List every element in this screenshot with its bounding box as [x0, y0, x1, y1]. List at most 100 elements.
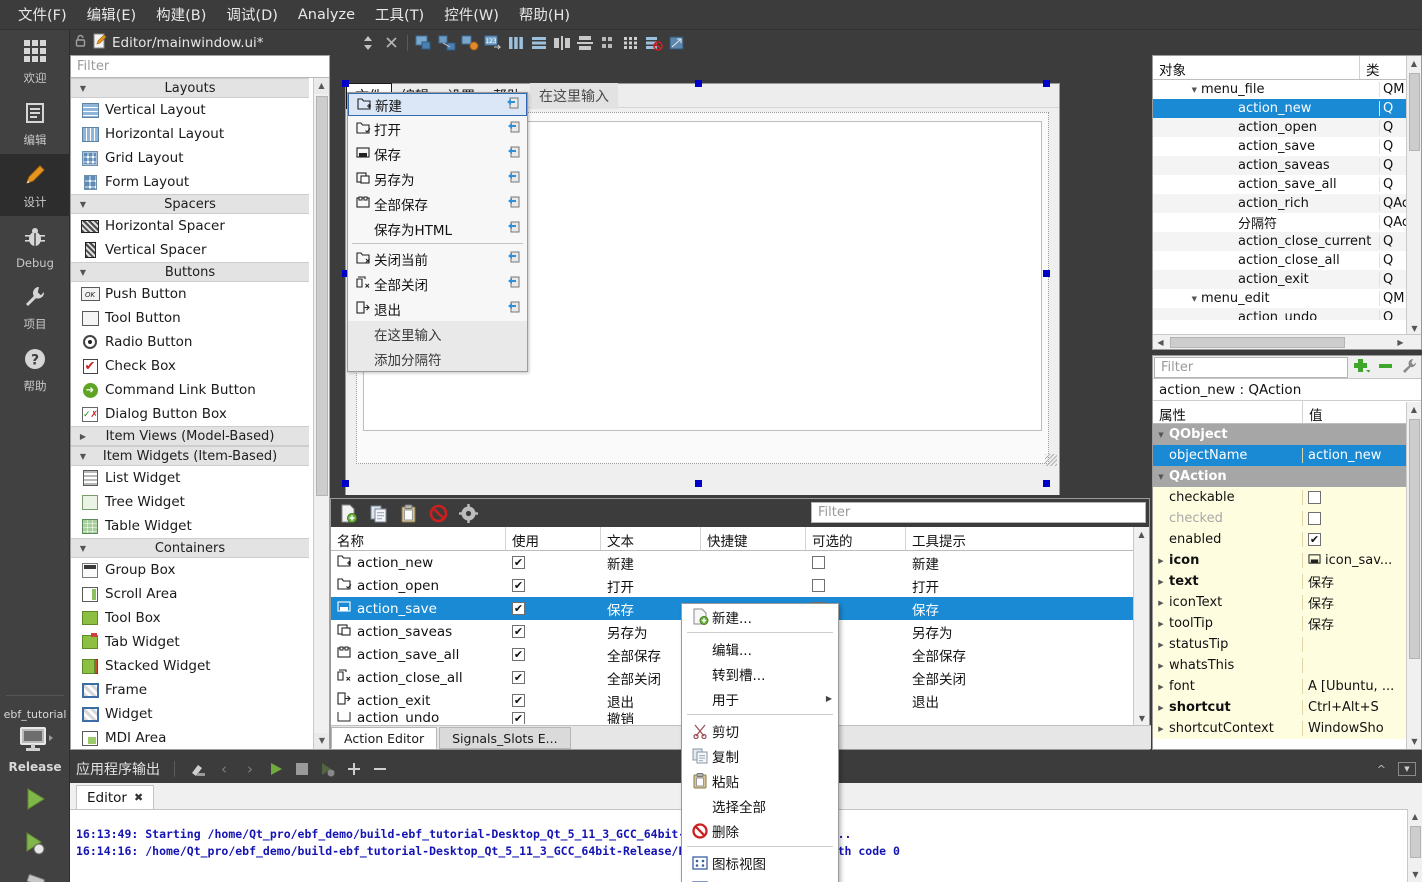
- context-menu-item-paste[interactable]: 粘贴: [682, 768, 838, 793]
- used-checkbox[interactable]: ✔: [512, 671, 525, 684]
- checkable-value-checkbox[interactable]: [1308, 491, 1321, 504]
- action-editor-filter[interactable]: Filter: [811, 502, 1146, 523]
- edit-widgets-icon[interactable]: [414, 34, 434, 52]
- used-checkbox[interactable]: ✔: [512, 625, 525, 638]
- menu-file[interactable]: 文件(F): [8, 1, 77, 28]
- property-value[interactable]: 保存: [1303, 614, 1421, 633]
- scrollbar-thumb[interactable]: [316, 96, 328, 496]
- maximize-icon[interactable]: ▼: [1398, 762, 1416, 776]
- scrollbar-thumb[interactable]: [1409, 73, 1420, 151]
- tree-item-action-open[interactable]: action_open Q: [1153, 118, 1421, 137]
- widget-item-scroll-area[interactable]: Scroll Area: [71, 582, 309, 606]
- mode-welcome[interactable]: 欢迎: [0, 30, 70, 92]
- context-menu-item-new[interactable]: 新建...: [682, 604, 838, 629]
- chevron-right-icon[interactable]: ▶: [1153, 725, 1169, 733]
- chevron-down-icon[interactable]: ▼: [1153, 86, 1197, 94]
- widget-item-horizontal-layout[interactable]: Horizontal Layout: [71, 122, 309, 146]
- form-menu-item-close-all[interactable]: 全部关闭: [348, 271, 527, 296]
- form-menu-item-add-separator[interactable]: 添加分隔符: [348, 346, 527, 371]
- zoom-in-icon[interactable]: [341, 759, 367, 779]
- tree-item-action-save-all[interactable]: action_save_all Q: [1153, 175, 1421, 194]
- context-menu-item-select-all[interactable]: 选择全部: [682, 793, 838, 818]
- next-icon[interactable]: ›: [237, 759, 263, 779]
- selection-handle-bc[interactable]: [695, 480, 702, 487]
- form-menu-item-open[interactable]: 打开: [348, 116, 527, 141]
- widget-item-horizontal-spacer[interactable]: Horizontal Spacer: [71, 214, 309, 238]
- chevron-right-icon[interactable]: ▶: [1153, 704, 1169, 712]
- paste-icon[interactable]: [397, 502, 419, 524]
- property-value[interactable]: icon_sav...: [1325, 553, 1392, 568]
- property-row-icon[interactable]: ▶ icon icon_sav...: [1153, 550, 1421, 571]
- property-group-qobject[interactable]: ▼ QObject: [1153, 424, 1421, 445]
- property-row-shortcutcontext[interactable]: ▶ shortcutContext WindowSho: [1153, 718, 1421, 739]
- layout-vertical-icon[interactable]: [529, 34, 549, 52]
- context-menu-item-cut[interactable]: 剪切: [682, 718, 838, 743]
- checkable-checkbox[interactable]: [812, 556, 825, 569]
- table-row[interactable]: action_new ✔ 新建 新建: [331, 551, 1149, 574]
- tree-item-action-close-all[interactable]: action_close_all Q: [1153, 251, 1421, 270]
- widget-item-widget[interactable]: Widget: [71, 702, 309, 726]
- attach-icon[interactable]: [315, 759, 341, 779]
- object-inspector-hscrollbar[interactable]: ◀ ▶: [1153, 334, 1421, 349]
- context-menu-item-delete[interactable]: 删除: [682, 818, 838, 843]
- widget-group-spacers[interactable]: ▼ Spacers: [71, 194, 309, 214]
- table-row[interactable]: action_open ✔ 打开 打开: [331, 574, 1149, 597]
- output-tab-editor[interactable]: Editor ✖: [76, 785, 155, 809]
- edit-buddies-icon[interactable]: [460, 34, 480, 52]
- widget-item-table-widget[interactable]: Table Widget: [71, 514, 309, 538]
- used-checkbox[interactable]: ✔: [512, 648, 525, 661]
- edit-tab-order-icon[interactable]: 123: [483, 34, 503, 52]
- chevron-down-icon[interactable]: ▼: [1153, 431, 1169, 439]
- configure-icon[interactable]: [1397, 358, 1421, 377]
- form-menu-item-save-all[interactable]: 全部保存: [348, 191, 527, 216]
- property-row-objectname[interactable]: objectName action_new: [1153, 445, 1421, 466]
- settings-icon[interactable]: [457, 502, 479, 524]
- scrollbar-thumb[interactable]: [1409, 419, 1420, 659]
- property-group-qaction[interactable]: ▼ QAction: [1153, 466, 1421, 487]
- scroll-up-icon[interactable]: ▲: [1134, 527, 1149, 543]
- used-checkbox[interactable]: ✔: [512, 712, 525, 724]
- selection-handle-tr[interactable]: [1043, 80, 1050, 87]
- scrollbar-thumb[interactable]: [1170, 337, 1345, 348]
- widget-box-filter[interactable]: Filter: [71, 56, 329, 78]
- widget-item-tool-box[interactable]: Tool Box: [71, 606, 309, 630]
- scroll-down-icon[interactable]: ▼: [1408, 867, 1422, 882]
- run-icon[interactable]: [263, 759, 289, 779]
- tree-item-action-save[interactable]: action_save Q: [1153, 137, 1421, 156]
- scrollbar-thumb[interactable]: [1410, 826, 1421, 858]
- property-value[interactable]: 保存: [1303, 593, 1421, 612]
- enabled-value-checkbox[interactable]: ✔: [1308, 533, 1321, 546]
- break-layout-icon[interactable]: [644, 34, 664, 52]
- col-object[interactable]: 对象: [1153, 56, 1359, 79]
- context-menu-item-edit[interactable]: 编辑...: [682, 636, 838, 661]
- chevron-right-icon[interactable]: ▶: [1153, 641, 1169, 649]
- property-row-whatsthis[interactable]: ▶ whatsThis: [1153, 655, 1421, 676]
- lock-icon[interactable]: [70, 34, 90, 51]
- tree-item-menu-file[interactable]: ▼ menu_file QM: [1153, 80, 1421, 99]
- close-icon[interactable]: [381, 34, 401, 52]
- build-button[interactable]: [0, 872, 70, 882]
- run-button[interactable]: [0, 784, 70, 828]
- layout-grid-icon[interactable]: [621, 34, 641, 52]
- property-row-enabled[interactable]: enabled ✔: [1153, 529, 1421, 550]
- form-menu-add-placeholder[interactable]: 在这里输入: [530, 82, 618, 109]
- selection-handle-mr[interactable]: [1043, 270, 1050, 277]
- action-context-menu[interactable]: 新建... 编辑... 转到槽... 用于 ▶ 剪切 复制 粘贴 选择全部 删除…: [681, 603, 839, 882]
- output-scrollbar[interactable]: ▲ ▼: [1407, 809, 1422, 882]
- form-menu-item-exit[interactable]: 退出: [348, 296, 527, 321]
- tree-item-action-exit[interactable]: action_exit Q: [1153, 270, 1421, 289]
- selection-handle-bl[interactable]: [342, 480, 349, 487]
- mode-help[interactable]: ? 帮助: [0, 338, 70, 400]
- kit-selector[interactable]: ebf_tutorial Release: [0, 702, 70, 774]
- clear-icon[interactable]: [185, 759, 211, 779]
- widget-item-tree-widget[interactable]: Tree Widget: [71, 490, 309, 514]
- stop-icon[interactable]: [289, 759, 315, 779]
- prev-icon[interactable]: ‹: [211, 759, 237, 779]
- layout-splitter-v-icon[interactable]: [575, 34, 595, 52]
- menu-tools[interactable]: 工具(T): [365, 1, 434, 28]
- delete-icon[interactable]: [427, 502, 449, 524]
- col-text[interactable]: 文本: [601, 527, 701, 550]
- form-file-menu-dropdown[interactable]: 新建 打开 保存 另存为 全部保存 保存为HTML 关闭当前 全部关闭 退出 在…: [347, 92, 528, 372]
- new-action-icon[interactable]: [337, 502, 359, 524]
- used-checkbox[interactable]: ✔: [512, 694, 525, 707]
